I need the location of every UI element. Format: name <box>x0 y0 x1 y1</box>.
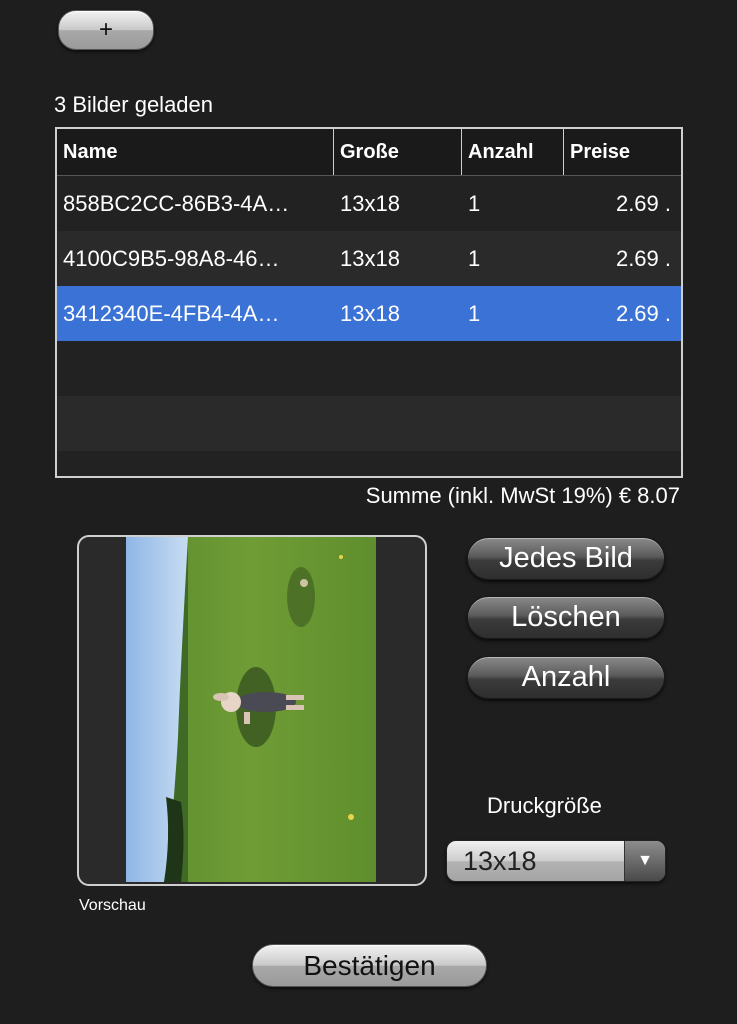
cell-price: 2.69 . <box>615 300 671 326</box>
delete-button[interactable]: Löschen <box>467 596 665 639</box>
cell-size: 13x18 <box>340 300 400 326</box>
cell-count: 1 <box>468 300 481 326</box>
total-sum: Summe (inkl. MwSt 19%) € 8.07 <box>365 483 680 508</box>
print-size-value: 13x18 <box>463 845 537 876</box>
column-header-count[interactable]: Anzahl <box>462 129 564 175</box>
cell-count: 1 <box>468 245 481 271</box>
loaded-count-label: 3 Bilder geladen <box>54 92 214 117</box>
cell-name: 3412340E-4FB4-4A… <box>63 300 280 326</box>
chevron-down-icon: ▼ <box>624 841 665 881</box>
table-row-selected[interactable]: 3412340E-4FB4-4A… 13x18 1 2.69 . <box>57 286 681 341</box>
empty-row <box>57 451 681 476</box>
confirm-button[interactable]: Bestätigen <box>252 944 487 987</box>
column-header-price[interactable]: Preise <box>564 129 681 175</box>
cell-size: 13x18 <box>340 190 400 216</box>
cell-price: 2.69 . <box>615 190 671 216</box>
empty-row <box>57 396 681 451</box>
cell-price: 2.69 . <box>615 245 671 271</box>
table-row[interactable]: 4100C9B5-98A8-46… 13x18 1 2.69 . <box>57 231 681 286</box>
empty-row <box>57 341 681 396</box>
column-header-name[interactable]: Name <box>57 129 334 175</box>
table-header: Name Große Anzahl Preise <box>57 129 681 176</box>
cell-name: 4100C9B5-98A8-46… <box>63 245 280 271</box>
cell-name: 858BC2CC-86B3-4A… <box>63 190 290 216</box>
preview-label: Vorschau <box>79 897 146 914</box>
preview-image <box>126 537 376 882</box>
print-size-select[interactable]: 13x18 ▼ <box>446 840 666 882</box>
add-button[interactable]: + <box>58 10 154 50</box>
image-table: Name Große Anzahl Preise 858BC2CC-86B3-4… <box>55 127 683 478</box>
table-row[interactable]: 858BC2CC-86B3-4A… 13x18 1 2.69 . <box>57 176 681 231</box>
preview-frame <box>77 535 427 886</box>
each-image-button[interactable]: Jedes Bild <box>467 537 665 580</box>
cell-size: 13x18 <box>340 245 400 271</box>
column-header-size[interactable]: Große <box>334 129 462 175</box>
print-size-label: Druckgröße <box>487 793 602 818</box>
count-button[interactable]: Anzahl <box>467 656 665 699</box>
cell-count: 1 <box>468 190 481 216</box>
